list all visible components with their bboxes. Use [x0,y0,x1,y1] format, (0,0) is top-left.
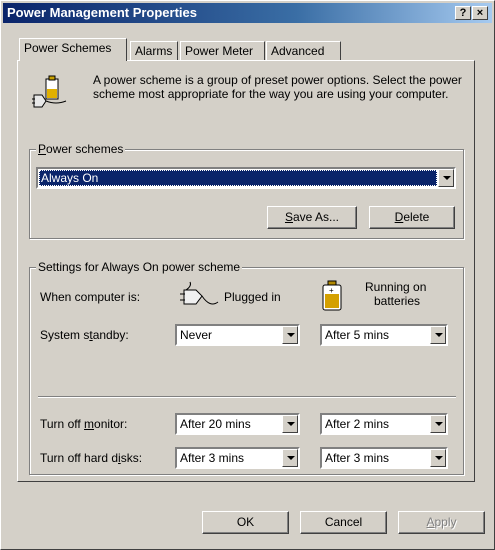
delete-button[interactable]: Delete [369,206,455,229]
batteries-label: batteries [374,294,421,308]
chevron-down-icon[interactable] [430,449,446,467]
cancel-button[interactable]: Cancel [300,511,387,534]
disks-battery-select[interactable]: After 3 mins [320,447,448,469]
standby-battery-value: After 5 mins [325,328,390,342]
monitor-battery-select[interactable]: After 2 mins [320,413,448,435]
battery-icon: + [322,280,342,311]
power-management-window: Power Management Properties ? × Power Sc… [0,0,495,550]
tab-alarms[interactable]: Alarms [130,41,178,60]
power-schemes-panel: A power scheme is a group of preset powe… [17,60,475,482]
window-title: Power Management Properties [7,5,197,20]
chevron-down-icon[interactable] [438,169,454,187]
disks-plugged-value: After 3 mins [180,451,245,465]
title-bar[interactable]: Power Management Properties ? × [3,3,492,23]
chevron-down-icon[interactable] [430,415,446,433]
close-button[interactable]: × [472,6,488,20]
turn-off-monitor-label: Turn off monitor: [40,417,128,431]
intro-text: A power scheme is a group of preset powe… [93,73,462,101]
power-schemes-group-label: Power schemes [36,142,126,156]
standby-plugged-value: Never [180,328,213,342]
help-button[interactable]: ? [455,6,471,20]
monitor-plugged-select[interactable]: After 20 mins [175,413,300,435]
settings-group: Settings for Always On power scheme When… [29,260,464,475]
power-scheme-selection [39,170,437,186]
power-scheme-icon [32,75,67,108]
system-standby-label: System standby: [40,328,129,342]
chevron-down-icon[interactable] [430,326,446,344]
save-as-button[interactable]: Save As... [267,206,357,229]
chevron-down-icon[interactable] [282,326,298,344]
power-scheme-value: Always On [41,171,99,185]
tab-power-schemes[interactable]: Power Schemes [19,38,127,61]
plug-icon [180,281,219,305]
tab-advanced[interactable]: Advanced [266,41,341,60]
svg-text:+: + [329,286,334,295]
tab-power-meter[interactable]: Power Meter [180,41,265,60]
running-on-label: Running on [365,280,427,294]
standby-battery-select[interactable]: After 5 mins [320,324,448,346]
chevron-down-icon[interactable] [282,449,298,467]
settings-group-label: Settings for Always On power scheme [36,260,243,274]
standby-plugged-select[interactable]: Never [175,324,300,346]
plugged-in-label: Plugged in [224,290,281,304]
when-computer-is-label: When computer is: [40,290,141,304]
divider [38,396,456,398]
turn-off-hard-disks-label: Turn off hard disks: [40,451,143,465]
power-scheme-select[interactable]: Always On [36,167,456,189]
ok-button[interactable]: OK [202,511,289,534]
monitor-battery-value: After 2 mins [325,417,390,431]
chevron-down-icon[interactable] [282,415,298,433]
power-schemes-group: Power schemes Always On Save As... Delet… [29,142,464,239]
disks-battery-value: After 3 mins [325,451,390,465]
apply-button[interactable]: Apply [398,511,485,534]
monitor-plugged-value: After 20 mins [180,417,251,431]
disks-plugged-select[interactable]: After 3 mins [175,447,300,469]
